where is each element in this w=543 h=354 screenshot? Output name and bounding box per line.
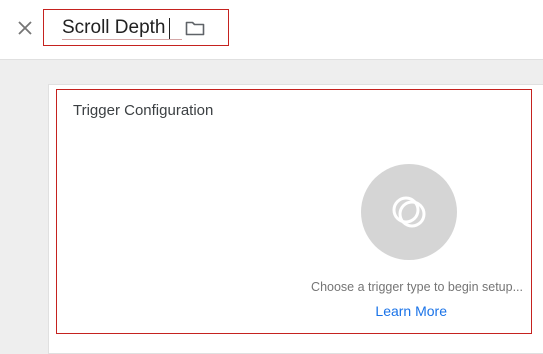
text-caret bbox=[169, 18, 170, 39]
folder-icon[interactable] bbox=[184, 17, 206, 39]
close-icon[interactable] bbox=[14, 17, 36, 39]
learn-more-link[interactable]: Learn More bbox=[357, 303, 447, 319]
card-title: Trigger Configuration bbox=[73, 102, 214, 119]
trigger-name-container bbox=[43, 9, 229, 46]
setup-hint: Choose a trigger type to begin setup... bbox=[311, 280, 523, 294]
trigger-type-selector[interactable] bbox=[361, 164, 457, 260]
trigger-name-input[interactable] bbox=[62, 17, 182, 40]
trigger-configuration-card[interactable]: Trigger Configuration Choose a trigger t… bbox=[56, 89, 532, 334]
top-bar bbox=[0, 0, 543, 60]
trigger-type-icon bbox=[392, 196, 426, 228]
